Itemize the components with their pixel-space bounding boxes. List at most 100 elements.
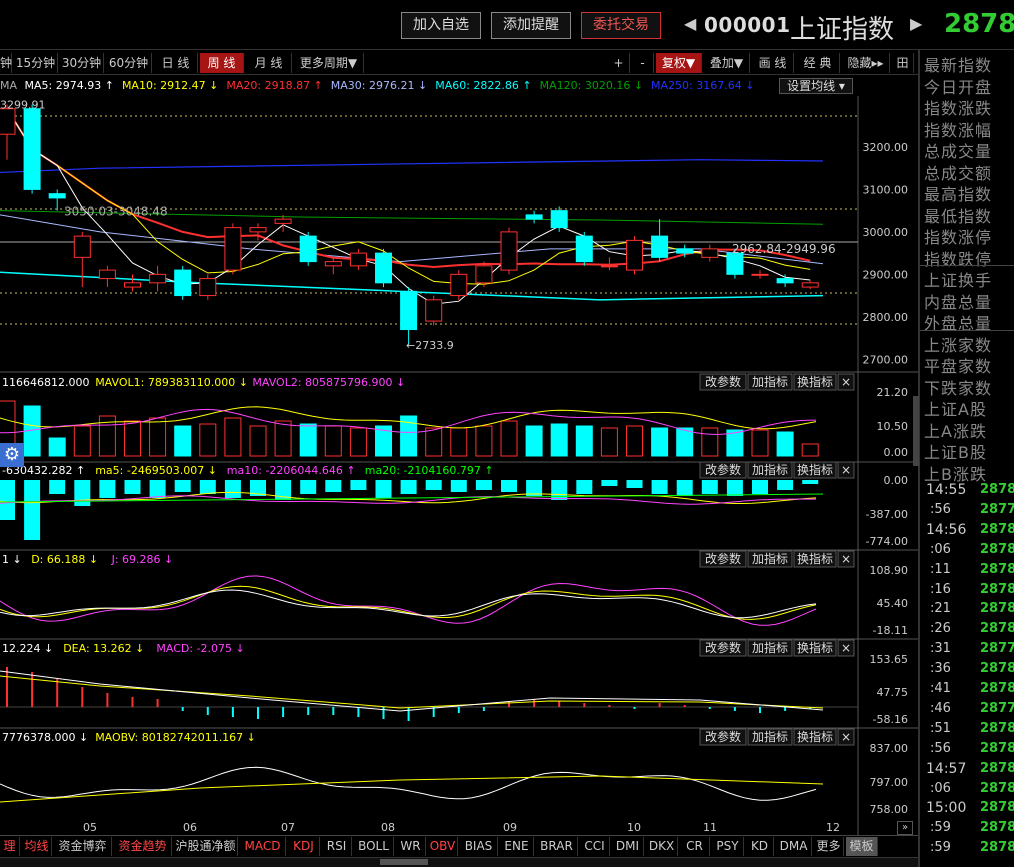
indicator-tab[interactable]: CCI xyxy=(580,837,610,856)
period-daily[interactable]: 日 线 xyxy=(154,53,198,73)
panel-button[interactable]: 改参数 xyxy=(699,461,747,479)
panel-button-label: 改参数 xyxy=(705,640,741,655)
flow-bar xyxy=(149,480,166,498)
period-monthly[interactable]: 月 线 xyxy=(246,53,292,73)
panel-resize-handle[interactable] xyxy=(913,396,919,466)
add-alert-button[interactable]: 添加提醒 xyxy=(491,12,571,39)
kdj-legend-item: J: 69.286 ↓ xyxy=(111,553,174,566)
indicator-tab[interactable]: KD xyxy=(746,837,774,856)
indicator-tab[interactable]: 资金趋势 xyxy=(114,837,172,856)
panel-button-label: 换指标 xyxy=(797,551,833,566)
axis-label: 0.00 xyxy=(884,474,909,487)
grid-layout-button[interactable]: 田 xyxy=(892,53,914,73)
panel-button[interactable]: 加指标 xyxy=(747,550,793,568)
indicator-tab[interactable]: KDJ xyxy=(288,837,320,856)
indicator-tab[interactable]: OBV xyxy=(428,837,458,856)
panel-button[interactable]: 改参数 xyxy=(699,373,747,391)
panel-button[interactable]: 换指标 xyxy=(793,373,837,391)
indicator-tab[interactable]: MACD xyxy=(240,837,286,856)
indicator-tab[interactable]: 模板 xyxy=(846,837,878,856)
add-watchlist-button[interactable]: 加入自选 xyxy=(401,12,481,39)
indicator-tab[interactable]: WR xyxy=(396,837,426,856)
indicator-tab[interactable]: 资金博弈 xyxy=(54,837,112,856)
tick-value: 2877 xyxy=(980,641,1014,657)
prev-stock-icon[interactable]: ◀ xyxy=(684,14,696,33)
period-30min[interactable]: 30分钟 xyxy=(60,53,104,73)
indicator-tab[interactable]: DKX xyxy=(646,837,678,856)
tick-time: 14:56 xyxy=(926,521,967,538)
panel-button[interactable]: 换指标 xyxy=(793,728,837,746)
tick-time: :56 xyxy=(930,740,951,756)
ma-prefix: MA xyxy=(0,79,18,92)
next-stock-icon[interactable]: ▶ xyxy=(910,14,922,33)
zoom-out-button[interactable]: - xyxy=(632,53,654,73)
tick-value: 2878 xyxy=(980,800,1014,816)
trade-button[interactable]: 委托交易 xyxy=(581,12,661,39)
price-axis-label: 2800.00 xyxy=(863,311,909,324)
kdj-legend-item: D: 66.188 ↓ xyxy=(31,553,98,566)
indicator-tab[interactable]: BOLL xyxy=(354,837,394,856)
flow-bar xyxy=(576,480,593,494)
panel-button[interactable]: 改参数 xyxy=(699,728,747,746)
period-60min[interactable]: 60分钟 xyxy=(106,53,152,73)
panel-button[interactable]: × xyxy=(837,373,855,391)
draw-button[interactable]: 画 线 xyxy=(752,53,794,73)
indicator-tab[interactable]: BIAS xyxy=(460,837,498,856)
panel-button[interactable]: 改参数 xyxy=(699,639,747,657)
indicator-tab[interactable]: 理 xyxy=(0,837,20,856)
ma-settings-button[interactable]: 设置均线 ▾ xyxy=(779,78,853,94)
period-weekly[interactable]: 周 线 xyxy=(200,53,244,73)
overlay-dropdown[interactable]: 叠加▼ xyxy=(704,53,750,73)
panel-button[interactable]: 换指标 xyxy=(793,461,837,479)
indicator-tab[interactable]: RSI xyxy=(322,837,352,856)
panel-button[interactable]: 改参数 xyxy=(699,550,747,568)
candle xyxy=(23,104,41,194)
indicator-tab[interactable]: 沪股通净额 xyxy=(174,837,238,856)
hide-button[interactable]: 隐藏▸▸ xyxy=(842,53,890,73)
stock-price: 2878. xyxy=(944,9,1014,39)
panel-button[interactable]: 换指标 xyxy=(793,550,837,568)
indicator-tab[interactable]: 均线 xyxy=(22,837,52,856)
scroll-right-button[interactable]: » xyxy=(897,821,913,835)
volume-bar xyxy=(199,423,217,457)
tick-time: :59 xyxy=(930,840,951,856)
indicator-tab[interactable]: ENE xyxy=(500,837,534,856)
volume-bar xyxy=(575,425,593,457)
classic-button[interactable]: 经 典 xyxy=(796,53,840,73)
period-15min[interactable]: 15分钟 xyxy=(14,53,58,73)
adjust-dropdown[interactable]: 复权▼ xyxy=(656,53,702,73)
panel-button[interactable]: 换指标 xyxy=(793,639,837,657)
ma20-line xyxy=(6,108,811,269)
flow-bar xyxy=(752,480,768,494)
candle-body xyxy=(525,214,543,220)
scroll-thumb[interactable] xyxy=(380,859,428,865)
panel-button[interactable]: × xyxy=(837,461,855,479)
month-label: 05 xyxy=(83,821,97,834)
indicator-tab[interactable]: DMI xyxy=(612,837,644,856)
tick-value: 2877 xyxy=(980,700,1014,716)
indicator-tab[interactable]: 更多 xyxy=(814,837,844,856)
indicator-tab[interactable]: PSY xyxy=(712,837,744,856)
panel-button[interactable]: 加指标 xyxy=(747,373,793,391)
gear-icon[interactable]: ⚙ xyxy=(0,443,24,467)
panel-button[interactable]: 加指标 xyxy=(747,461,793,479)
volume-bar xyxy=(450,427,468,457)
zoom-in-button[interactable]: + xyxy=(608,53,630,73)
indicator-tab[interactable]: DMA xyxy=(776,837,812,856)
candle xyxy=(550,206,568,232)
more-periods-dropdown[interactable]: 更多周期▼ xyxy=(294,53,364,73)
divider xyxy=(920,329,1014,331)
panel-button[interactable]: 加指标 xyxy=(747,728,793,746)
volume-bar xyxy=(500,420,518,457)
panel-button[interactable]: × xyxy=(837,639,855,657)
volume-bar xyxy=(550,423,568,457)
candle-body xyxy=(500,231,518,271)
panel-button[interactable]: × xyxy=(837,728,855,746)
panel-button[interactable]: × xyxy=(837,550,855,568)
indicator-line xyxy=(0,575,817,626)
indicator-tab[interactable]: BRAR xyxy=(536,837,578,856)
axis-label: 47.75 xyxy=(877,686,909,699)
period-min[interactable]: 钟 xyxy=(0,53,12,73)
panel-button[interactable]: 加指标 xyxy=(747,639,793,657)
indicator-tab[interactable]: CR xyxy=(680,837,710,856)
